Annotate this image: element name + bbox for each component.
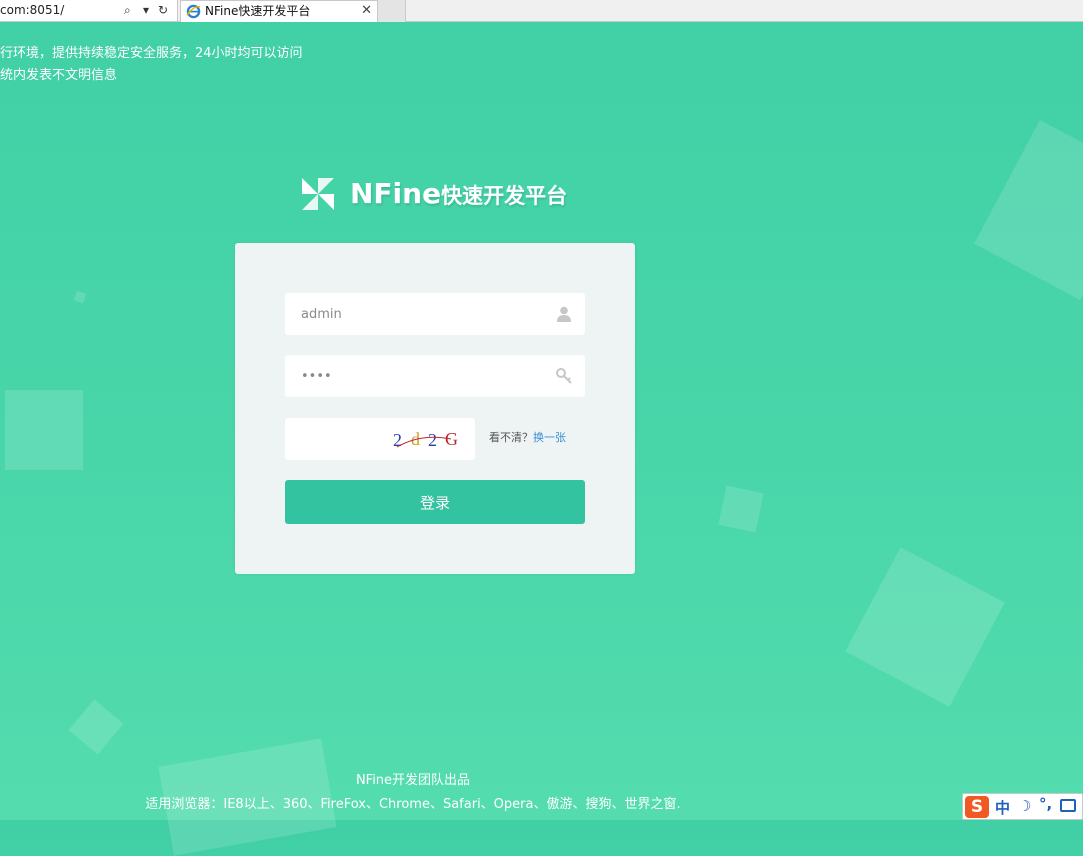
decor-square <box>718 485 764 533</box>
decor-square <box>5 390 83 470</box>
search-icon[interactable]: ⌕ <box>124 0 131 20</box>
login-button[interactable]: 登录 <box>285 480 585 524</box>
brand-title: NFine快速开发平台 <box>350 176 567 214</box>
moon-icon[interactable]: ☽ <box>1018 797 1031 815</box>
refresh-captcha-link[interactable]: 换一张 <box>533 431 566 444</box>
login-panel: 2 d 2 G 看不清？换一张 登录 <box>235 243 635 574</box>
close-icon[interactable]: ✕ <box>361 1 372 21</box>
new-tab-button[interactable] <box>378 0 406 22</box>
captcha-image[interactable]: 2 d 2 G <box>391 427 465 451</box>
svg-text:G: G <box>445 429 458 449</box>
refresh-prompt: 看不清？ <box>489 431 533 444</box>
chevron-down-icon[interactable]: ▾ <box>143 0 149 20</box>
decor-square <box>73 290 87 304</box>
tab-title: NFine快速开发平台 <box>205 4 311 18</box>
punctuation-icon[interactable]: °, <box>1039 795 1052 813</box>
address-bar[interactable]: com:8051/ ⌕ ▾ ↻ <box>0 0 178 21</box>
notice-line-2: 统内发表不文明信息 <box>0 68 118 83</box>
captcha-input[interactable] <box>285 418 385 460</box>
ie-icon <box>186 4 201 19</box>
notice-line-1: 行环境，提供持续稳定安全服务，24小时均可以访问 <box>0 46 303 61</box>
password-field[interactable] <box>285 355 585 397</box>
decor-square <box>974 120 1083 300</box>
sogou-logo-icon[interactable]: S <box>965 796 989 818</box>
ime-toolbar[interactable]: S 中 ☽ °, <box>962 793 1083 820</box>
decor-square <box>68 699 124 755</box>
captcha-refresh: 看不清？换一张 <box>489 431 566 445</box>
footer-credit: NFine开发团队出品 <box>355 773 471 788</box>
password-input[interactable] <box>285 355 545 397</box>
key-icon <box>556 368 572 384</box>
pinwheel-icon <box>302 178 334 210</box>
brand-subtitle: 快速开发平台 <box>441 184 568 208</box>
username-input[interactable] <box>285 293 545 335</box>
refresh-icon[interactable]: ↻ <box>158 0 168 20</box>
browser-toolbar: com:8051/ ⌕ ▾ ↻ NFine快速开发平台 ✕ <box>0 0 1083 22</box>
footer-browsers: 适用浏览器：IE8以上、360、FireFox、Chrome、Safari、Op… <box>145 797 681 812</box>
ime-mode-toggle[interactable]: 中 <box>995 797 1010 818</box>
decor-square <box>845 547 1005 707</box>
username-field[interactable] <box>285 293 585 335</box>
keyboard-icon[interactable] <box>1060 799 1076 812</box>
svg-text:2: 2 <box>428 430 437 450</box>
user-icon <box>557 306 571 322</box>
address-url[interactable]: com:8051/ <box>0 0 64 20</box>
brand-name: NFine <box>350 177 442 210</box>
captcha-field[interactable]: 2 d 2 G <box>285 418 475 460</box>
browser-tab[interactable]: NFine快速开发平台 ✕ <box>180 0 378 22</box>
